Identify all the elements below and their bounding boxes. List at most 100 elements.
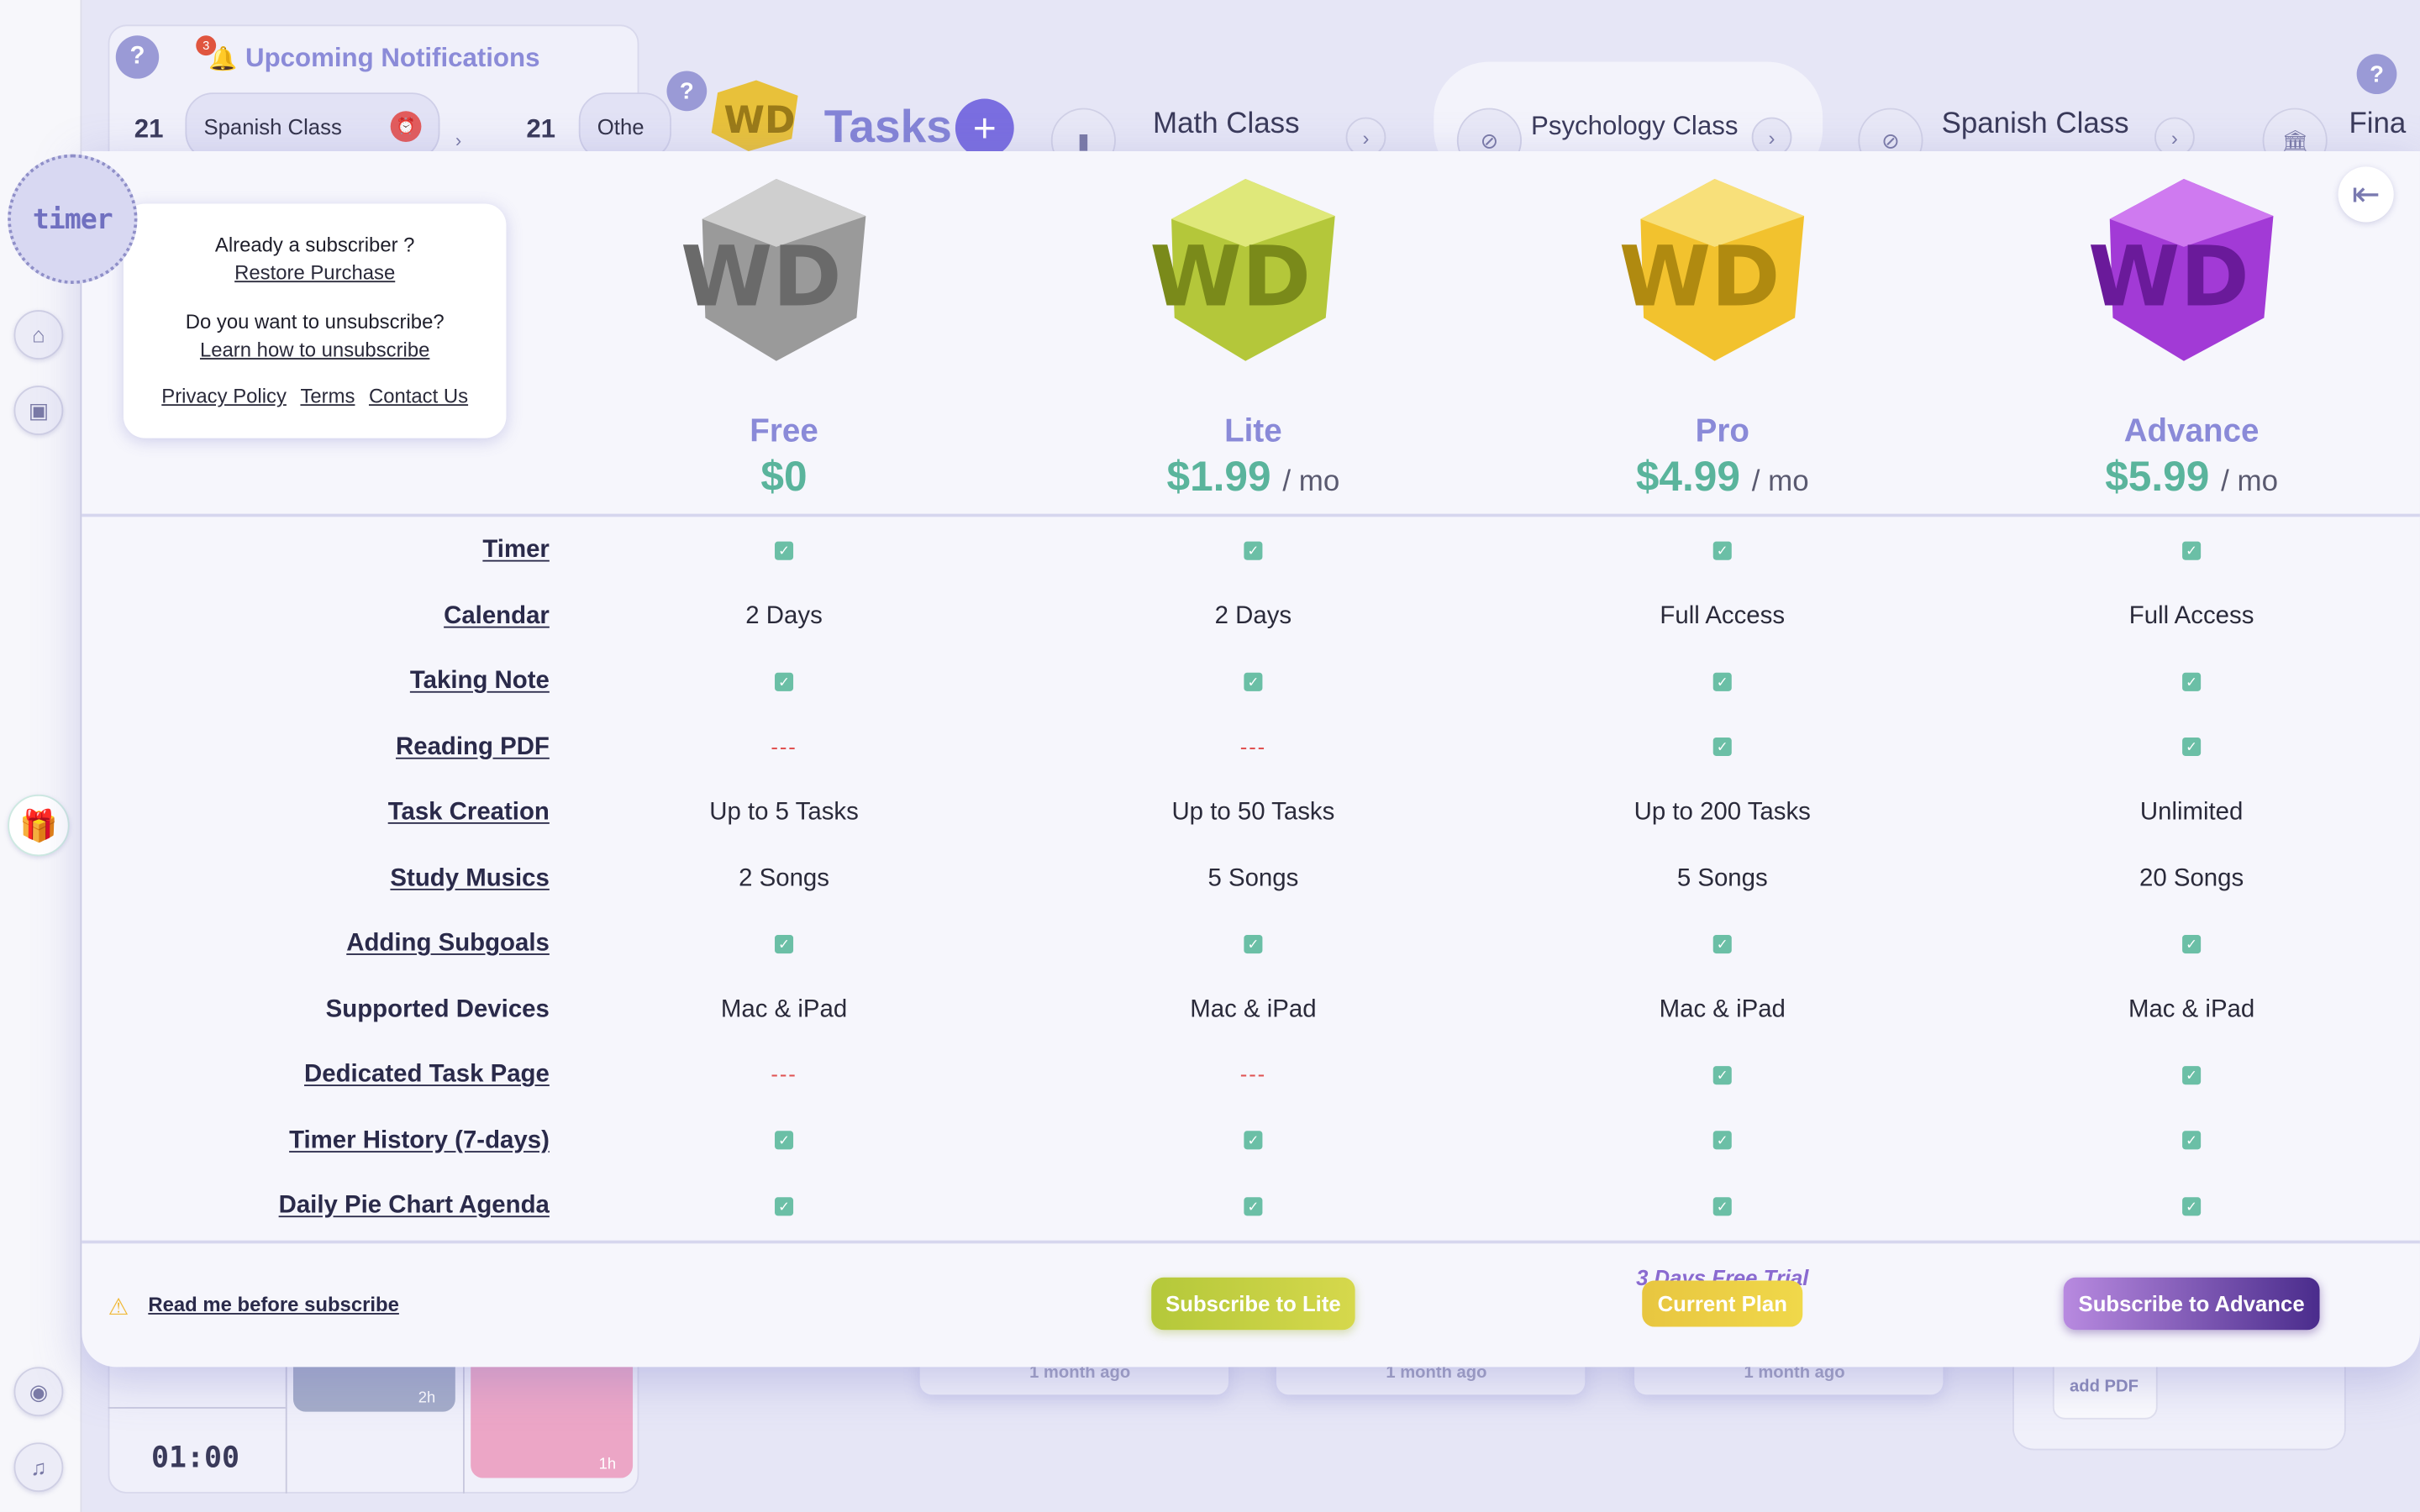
- feature-label[interactable]: Daily Pie Chart Agenda: [87, 1193, 550, 1221]
- notifications-help-button[interactable]: ?: [115, 35, 160, 79]
- notification-day: 21: [134, 113, 164, 144]
- feature-value-cell: 20 Songs: [2139, 864, 2244, 891]
- subscribe-advance-button[interactable]: Subscribe to Advance: [2063, 1277, 2320, 1331]
- tab-psychology-class[interactable]: Psychology Class: [1531, 111, 1738, 142]
- checkmark-icon: ✓: [1712, 541, 1732, 560]
- feature-check-cell: ✓: [583, 1127, 985, 1155]
- learn-unsubscribe-link[interactable]: Learn how to unsubscribe: [200, 338, 429, 361]
- feature-check-cell: ✓: [583, 1193, 985, 1221]
- gift-icon[interactable]: 🎁: [8, 794, 70, 857]
- checkmark-icon: ✓: [775, 1131, 794, 1150]
- calendar-icon[interactable]: ▣: [13, 386, 64, 435]
- feature-label[interactable]: Calendar: [87, 602, 550, 630]
- feature-label[interactable]: Task Creation: [87, 799, 550, 827]
- advance-plan-logo-icon: WD: [2088, 179, 2274, 361]
- free-plan-logo-icon: WD: [681, 179, 866, 361]
- schedule-time: 01:00: [150, 1441, 240, 1475]
- plan-price: $5.99 / mo: [2105, 453, 2278, 501]
- checkmark-icon: ✓: [775, 1196, 794, 1215]
- unavailable-dash: ---: [1239, 1061, 1267, 1087]
- plan-price: $1.99 / mo: [1166, 453, 1340, 501]
- feature-value-cell: 2 Days: [1214, 602, 1292, 629]
- feature-check-cell: ✓: [1053, 1193, 1455, 1221]
- feature-check-cell: ✓: [1991, 733, 2392, 761]
- feature-check-cell: ✓: [583, 668, 985, 696]
- warning-icon: ⚠: [108, 1294, 129, 1321]
- unavailable-dash: ---: [771, 1061, 797, 1087]
- tasks-help-button[interactable]: ?: [666, 71, 708, 112]
- contact-us-link[interactable]: Contact Us: [369, 384, 468, 407]
- feature-value-cell: Unlimited: [2139, 799, 2244, 826]
- feature-unavailable-cell: ---: [583, 1062, 985, 1089]
- help-button[interactable]: ?: [2356, 54, 2397, 95]
- feature-unavailable-cell: ---: [1053, 1062, 1455, 1089]
- feature-label[interactable]: Reading PDF: [87, 733, 550, 761]
- terms-link[interactable]: Terms: [300, 384, 355, 407]
- feature-label[interactable]: Timer: [87, 537, 550, 564]
- alarm-icon: ⏰: [390, 111, 422, 142]
- feature-label[interactable]: Taking Note: [87, 668, 550, 696]
- home-icon[interactable]: ⌂: [13, 310, 64, 360]
- plan-name: Pro: [1695, 413, 1749, 449]
- profile-icon[interactable]: ◉: [13, 1367, 64, 1417]
- feature-check-cell: ✓: [1053, 1127, 1455, 1155]
- feature-value-cell: Mac & iPad: [1190, 995, 1317, 1022]
- checkmark-icon: ✓: [1244, 934, 1263, 953]
- checkmark-icon: ✓: [2182, 1131, 2202, 1150]
- feature-check-cell: ✓: [1522, 1193, 1923, 1221]
- feature-check-cell: ✓: [1991, 668, 2392, 696]
- feature-unavailable-cell: ---: [583, 733, 985, 761]
- notification-item-label: Spanish Class: [203, 113, 342, 139]
- restore-purchase-link[interactable]: Restore Purchase: [234, 260, 395, 284]
- feature-row: Reading PDF --- --- ✓ ✓: [82, 715, 2420, 780]
- checkmark-icon: ✓: [1244, 1196, 1263, 1215]
- tab-spanish-class[interactable]: Spanish Class: [1942, 108, 2129, 142]
- svg-text:WD: WD: [1619, 229, 1781, 326]
- app-window: timer ⌂ ▣ 🎁 ◉ ♫ ? 🔔 3 Upcoming Notificat…: [0, 0, 2420, 1512]
- feature-row: Timer ✓ ✓ ✓ ✓: [82, 518, 2420, 583]
- feature-row: Task Creation Up to 5 Tasks Up to 50 Tasks…: [82, 780, 2420, 845]
- feature-check-cell: ✓: [1053, 668, 1455, 696]
- feature-row: Adding Subgoals ✓ ✓ ✓ ✓: [82, 911, 2420, 976]
- tab-fina[interactable]: Fina: [2349, 108, 2406, 142]
- checkmark-icon: ✓: [1712, 1131, 1732, 1150]
- feature-check-cell: ✓: [1522, 1062, 1923, 1089]
- feature-check-cell: ✓: [1522, 668, 1923, 696]
- checkmark-icon: ✓: [1712, 934, 1732, 953]
- divider: [108, 1407, 286, 1409]
- feature-label[interactable]: Timer History (7-days): [87, 1127, 550, 1155]
- notification-item-label: Othe: [597, 113, 644, 139]
- feature-check-cell: ✓: [1522, 733, 1923, 761]
- notifications-title: Upcoming Notifications: [245, 43, 540, 73]
- checkmark-icon: ✓: [1244, 1131, 1263, 1150]
- plan-price: $4.99 / mo: [1635, 453, 1809, 501]
- unavailable-dash: ---: [1239, 733, 1267, 759]
- feature-row: Dedicated Task Page --- --- ✓ ✓: [82, 1043, 2420, 1108]
- current-plan-button[interactable]: Current Plan: [1642, 1280, 1803, 1327]
- add-task-button[interactable]: +: [955, 98, 1014, 158]
- checkmark-icon: ✓: [1244, 672, 1263, 691]
- subscriber-info-card: Already a subscriber ? Restore Purchase …: [123, 203, 507, 438]
- read-me-link[interactable]: Read me before subscribe: [148, 1293, 399, 1316]
- music-icon[interactable]: ♫: [13, 1442, 64, 1493]
- checkmark-icon: ✓: [2182, 1196, 2202, 1215]
- checkmark-icon: ✓: [775, 541, 794, 560]
- plan-name: Lite: [1224, 413, 1282, 449]
- feature-value-cell: Mac & iPad: [2128, 995, 2255, 1022]
- feature-check-cell: ✓: [583, 537, 985, 564]
- feature-value-cell: 5 Songs: [1207, 864, 1299, 891]
- feature-label[interactable]: Study Musics: [87, 864, 550, 892]
- subscribe-lite-button[interactable]: Subscribe to Lite: [1151, 1277, 1355, 1331]
- chevron-right-icon[interactable]: ›: [455, 129, 461, 151]
- feature-check-cell: ✓: [1991, 1193, 2392, 1221]
- feature-label[interactable]: Adding Subgoals: [87, 931, 550, 958]
- collapse-panel-icon[interactable]: ⇤: [2338, 166, 2394, 223]
- svg-text:WD: WD: [723, 99, 795, 142]
- privacy-policy-link[interactable]: Privacy Policy: [161, 384, 287, 407]
- tab-math-class[interactable]: Math Class: [1153, 108, 1300, 142]
- timer-badge[interactable]: timer: [8, 154, 138, 284]
- checkmark-icon: ✓: [1244, 541, 1263, 560]
- feature-label[interactable]: Dedicated Task Page: [87, 1062, 550, 1089]
- feature-row: Daily Pie Chart Agenda ✓ ✓ ✓ ✓: [82, 1174, 2420, 1239]
- feature-check-cell: ✓: [1991, 931, 2392, 958]
